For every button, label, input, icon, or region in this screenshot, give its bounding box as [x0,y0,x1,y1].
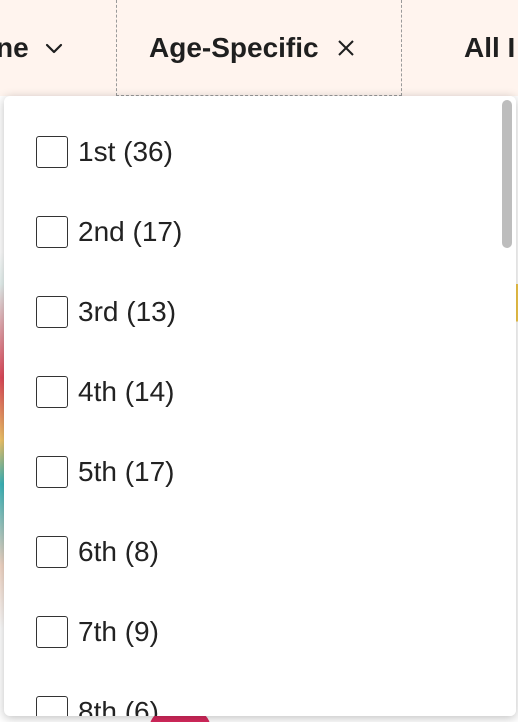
option-label: 1st (36) [78,136,173,167]
chevron-down-icon [45,42,63,54]
filter-label: Age-Specific [149,31,319,63]
option-4th[interactable]: 4th (14) [36,372,175,412]
option-2nd[interactable]: 2nd (17) [36,212,182,252]
option-label: 6th (8) [78,536,159,567]
filter-dropdown-next[interactable]: All I [432,0,518,96]
checkbox[interactable] [36,296,68,328]
filter-label: ne [0,32,29,63]
option-label: 2nd (17) [78,216,183,247]
option-8th[interactable]: 8th (6) [36,692,159,716]
checkbox[interactable] [36,136,68,168]
option-7th[interactable]: 7th (9) [36,612,159,652]
option-label: 7th (9) [78,616,159,647]
option-3rd[interactable]: 3rd (13) [36,292,176,332]
checkbox[interactable] [36,536,68,568]
filter-label: All I [464,32,516,63]
checkbox[interactable] [36,456,68,488]
filter-dropdown-age-specific[interactable]: Age-Specific [116,0,402,96]
option-5th[interactable]: 5th (17) [36,452,175,492]
scrollbar-thumb[interactable] [502,100,512,248]
option-1st[interactable]: 1st (36) [36,132,173,172]
checkbox[interactable] [36,216,68,248]
option-label: 4th (14) [78,376,175,407]
age-specific-dropdown: 1st (36) 2nd (17) 3rd (13) 4th (14) 5th … [4,96,516,716]
filter-dropdown-previous[interactable]: ne [0,0,116,96]
option-6th[interactable]: 6th (8) [36,532,159,572]
option-label: 5th (17) [78,456,175,487]
page: ne Age-Specific All I 1st (36) 2nd (17) … [0,0,518,722]
checkbox[interactable] [36,696,68,716]
options-list: 1st (36) 2nd (17) 3rd (13) 4th (14) 5th … [4,96,494,716]
checkbox[interactable] [36,376,68,408]
scrollbar[interactable] [500,96,516,716]
option-label: 8th (6) [78,696,159,716]
checkbox[interactable] [36,616,68,648]
filter-bar: ne Age-Specific All I [0,0,518,96]
close-icon[interactable] [337,39,355,57]
option-label: 3rd (13) [78,296,177,327]
